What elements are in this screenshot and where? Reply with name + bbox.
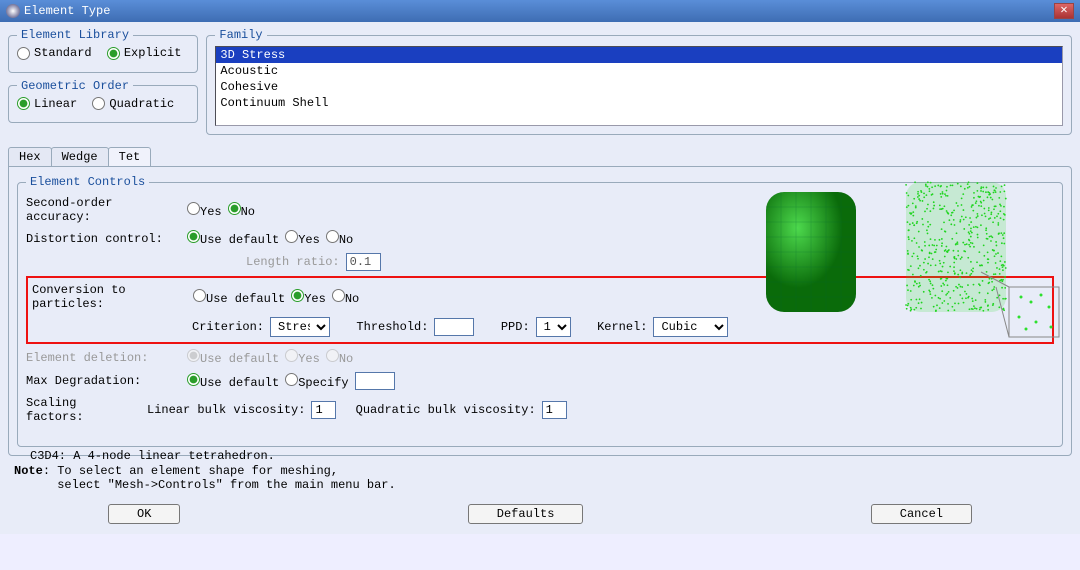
maxdeg-label: Max Degradation: xyxy=(26,374,181,388)
criterion-label: Criterion: xyxy=(192,320,264,334)
length-ratio-input xyxy=(346,253,381,271)
element-library-group: Element Library Standard Explicit xyxy=(8,28,198,73)
distortion-label: Distortion control: xyxy=(26,232,181,246)
note-text: Note: To select an element shape for mes… xyxy=(14,464,1066,492)
quad-visc-label: Quadratic bulk viscosity: xyxy=(356,403,536,417)
cancel-button[interactable]: Cancel xyxy=(871,504,972,524)
ppd-select[interactable]: 1 xyxy=(536,317,571,337)
family-item-continuum[interactable]: Continuum Shell xyxy=(216,95,1062,111)
maxdeg-input xyxy=(355,372,395,390)
mesh-preview-icon xyxy=(751,177,871,327)
library-standard-radio[interactable]: Standard xyxy=(17,46,92,60)
conversion-no[interactable]: No xyxy=(332,289,359,306)
second-order-label: Second-order accuracy: xyxy=(26,196,181,224)
tabs: Hex Wedge Tet xyxy=(8,147,1072,166)
window-title: Element Type xyxy=(24,4,110,18)
threshold-input[interactable] xyxy=(434,318,474,336)
second-order-yes[interactable]: Yes xyxy=(187,202,222,219)
order-quadratic-radio[interactable]: Quadratic xyxy=(92,97,174,111)
defaults-button[interactable]: Defaults xyxy=(468,504,584,524)
tab-panel: Element Controls xyxy=(8,166,1072,456)
family-legend: Family xyxy=(215,28,266,42)
quad-visc-input[interactable] xyxy=(542,401,567,419)
tab-tet[interactable]: Tet xyxy=(108,147,152,166)
criterion-select[interactable]: Stress xyxy=(270,317,330,337)
geometric-order-group: Geometric Order Linear Quadratic xyxy=(8,79,198,124)
element-description: C3D4: A 4-node linear tetrahedron. xyxy=(30,449,1054,463)
deletion-no: No xyxy=(326,349,353,366)
deletion-label: Element deletion: xyxy=(26,351,181,365)
scaling-label: Scaling factors: xyxy=(26,396,141,424)
deletion-default: Use default xyxy=(187,349,279,366)
family-item-acoustic[interactable]: Acoustic xyxy=(216,63,1062,79)
second-order-no[interactable]: No xyxy=(228,202,255,219)
app-icon xyxy=(6,4,20,18)
conversion-label: Conversion to particles: xyxy=(32,283,187,311)
element-library-legend: Element Library xyxy=(17,28,133,42)
length-ratio-label: Length ratio: xyxy=(246,255,340,269)
threshold-label: Threshold: xyxy=(356,320,428,334)
distortion-default[interactable]: Use default xyxy=(187,230,279,247)
ok-button[interactable]: OK xyxy=(108,504,180,524)
preview-images xyxy=(751,177,1061,347)
element-controls-group: Element Controls xyxy=(17,175,1063,447)
family-list[interactable]: 3D Stress Acoustic Cohesive Continuum Sh… xyxy=(215,46,1063,126)
deletion-yes: Yes xyxy=(285,349,320,366)
family-item-cohesive[interactable]: Cohesive xyxy=(216,79,1062,95)
family-item-3dstress[interactable]: 3D Stress xyxy=(216,47,1062,63)
titlebar: Element Type ✕ xyxy=(0,0,1080,22)
conversion-default[interactable]: Use default xyxy=(193,289,285,306)
close-icon[interactable]: ✕ xyxy=(1054,3,1074,19)
library-explicit-radio[interactable]: Explicit xyxy=(107,46,182,60)
tab-wedge[interactable]: Wedge xyxy=(51,147,109,166)
particle-preview-icon xyxy=(901,177,1061,347)
distortion-yes[interactable]: Yes xyxy=(285,230,320,247)
ppd-label: PPD: xyxy=(501,320,530,334)
element-controls-legend: Element Controls xyxy=(26,175,149,189)
distortion-no[interactable]: No xyxy=(326,230,353,247)
geometric-order-legend: Geometric Order xyxy=(17,79,133,93)
linear-visc-label: Linear bulk viscosity: xyxy=(147,403,305,417)
maxdeg-default[interactable]: Use default xyxy=(187,373,279,390)
kernel-label: Kernel: xyxy=(597,320,647,334)
tab-hex[interactable]: Hex xyxy=(8,147,52,166)
linear-visc-input[interactable] xyxy=(311,401,336,419)
kernel-select[interactable]: Cubic xyxy=(653,317,728,337)
conversion-yes[interactable]: Yes xyxy=(291,289,326,306)
order-linear-radio[interactable]: Linear xyxy=(17,97,77,111)
maxdeg-specify[interactable]: Specify xyxy=(285,373,348,390)
family-group: Family 3D Stress Acoustic Cohesive Conti… xyxy=(206,28,1072,135)
